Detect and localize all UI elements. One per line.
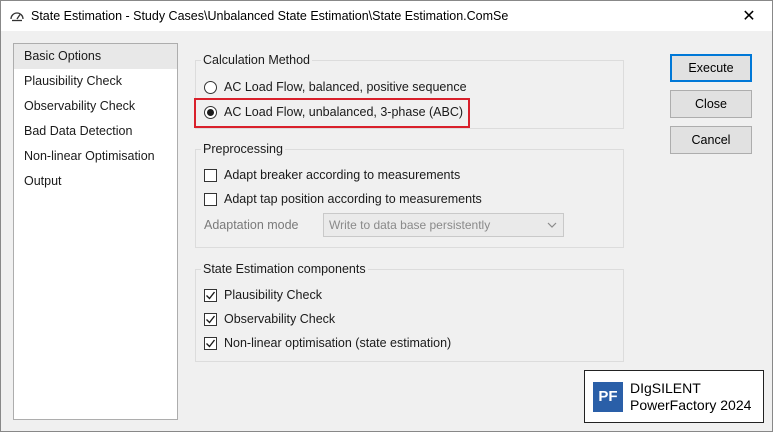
checkbox-checked[interactable] xyxy=(204,312,217,326)
brand-line-1: DIgSILENT xyxy=(630,379,701,396)
nav-item-label: Non-linear Optimisation xyxy=(24,149,155,163)
brand-badge: PF DIgSILENT PowerFactory 2024 xyxy=(584,370,764,423)
title-bar: State Estimation - Study Cases\Unbalance… xyxy=(1,1,772,31)
nav-item-plausibility-check[interactable]: Plausibility Check xyxy=(14,69,177,94)
brand-text: DIgSILENT PowerFactory 2024 xyxy=(630,380,751,414)
radio-button[interactable] xyxy=(204,80,217,94)
options-nav: Basic Options Plausibility Check Observa… xyxy=(13,43,178,420)
radio-balanced[interactable]: AC Load Flow, balanced, positive sequenc… xyxy=(204,80,467,94)
observability-check-label: Observability Check xyxy=(224,312,336,326)
cancel-button[interactable]: Cancel xyxy=(670,126,752,154)
adapt-tap-checkbox[interactable]: Adapt tap position according to measurem… xyxy=(204,192,482,206)
nav-item-non-linear-optimisation[interactable]: Non-linear Optimisation xyxy=(14,144,177,169)
window-title: State Estimation - Study Cases\Unbalance… xyxy=(31,9,509,23)
gauge-icon xyxy=(10,12,24,22)
adapt-tap-label: Adapt tap position according to measurem… xyxy=(224,192,482,206)
nav-item-label: Bad Data Detection xyxy=(24,124,133,138)
powerfactory-logo: PF xyxy=(593,381,623,412)
checkbox[interactable] xyxy=(204,192,217,206)
non-linear-optimisation-label: Non-linear optimisation (state estimatio… xyxy=(224,336,452,350)
close-button[interactable]: Close xyxy=(670,90,752,118)
execute-button[interactable]: Execute xyxy=(670,54,752,82)
brand-line-2: PowerFactory 2024 xyxy=(630,396,752,413)
nav-item-label: Output xyxy=(24,174,62,188)
non-linear-optimisation-checkbox[interactable]: Non-linear optimisation (state estimatio… xyxy=(204,336,451,350)
radio-balanced-label: AC Load Flow, balanced, positive sequenc… xyxy=(224,80,467,94)
adaptation-mode-label: Adaptation mode xyxy=(204,218,299,232)
close-window-button[interactable]: ✕ xyxy=(726,1,772,31)
nav-item-label: Plausibility Check xyxy=(24,74,122,88)
adaptation-mode-select: Write to data base persistently xyxy=(323,213,564,237)
nav-item-output[interactable]: Output xyxy=(14,169,177,194)
plausibility-check-label: Plausibility Check xyxy=(224,288,322,302)
nav-item-bad-data-detection[interactable]: Bad Data Detection xyxy=(14,119,177,144)
adaptation-mode-value: Write to data base persistently xyxy=(329,218,491,232)
adapt-breaker-label: Adapt breaker according to measurements xyxy=(224,168,461,182)
nav-item-label: Observability Check xyxy=(24,99,136,113)
adapt-breaker-checkbox[interactable]: Adapt breaker according to measurements xyxy=(204,168,460,182)
chevron-down-icon xyxy=(547,218,557,235)
nav-item-basic-options[interactable]: Basic Options xyxy=(14,44,177,69)
checkbox-checked[interactable] xyxy=(204,288,217,302)
nav-item-label: Basic Options xyxy=(24,49,102,63)
observability-check-checkbox[interactable]: Observability Check xyxy=(204,312,335,326)
components-legend: State Estimation components xyxy=(201,262,368,276)
annotation-highlight-box xyxy=(194,98,470,128)
nav-item-observability-check[interactable]: Observability Check xyxy=(14,94,177,119)
calculation-method-legend: Calculation Method xyxy=(201,53,313,67)
checkbox[interactable] xyxy=(204,168,217,182)
checkbox-checked[interactable] xyxy=(204,336,217,350)
close-icon: ✕ xyxy=(742,8,756,25)
dialog-window: State Estimation - Study Cases\Unbalance… xyxy=(0,0,773,432)
plausibility-check-checkbox[interactable]: Plausibility Check xyxy=(204,288,322,302)
preprocessing-legend: Preprocessing xyxy=(201,142,285,156)
